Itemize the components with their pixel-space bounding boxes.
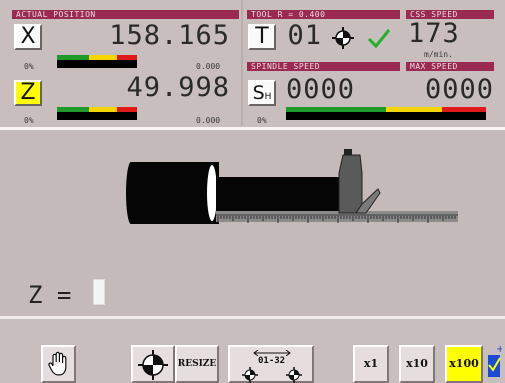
- max-speed-value: 0000: [424, 74, 494, 105]
- z-load-percent: 0%: [24, 116, 34, 125]
- x-load-percent: 0%: [24, 62, 34, 71]
- lathe-graphic: [126, 149, 458, 224]
- tool-target-icon: [332, 27, 354, 49]
- spindle-speed-value: 0000: [286, 74, 356, 105]
- increment-x10-button[interactable]: x10: [399, 345, 435, 383]
- separator: [241, 0, 243, 126]
- x1-label: x1: [363, 357, 379, 370]
- x-load-value: 0.000: [196, 62, 221, 71]
- input-label: Z =: [28, 281, 72, 309]
- x-position-value: 158.165: [109, 20, 230, 51]
- x-axis-button[interactable]: X: [14, 24, 42, 50]
- spindle-speed-header: SPINDLE SPEED: [247, 62, 400, 71]
- hand-icon: [47, 351, 66, 376]
- bottom-toolbar: RESIZE 01-32 x1 x10 x100 +: [0, 319, 505, 383]
- tool-header: TOOL R = 0.400: [247, 10, 400, 19]
- spindle-button-subscript: H: [264, 92, 272, 102]
- tool-ok-check-icon: [366, 26, 392, 50]
- spindle-button-label: S: [252, 82, 265, 104]
- z-position-value: 49.998: [126, 72, 230, 103]
- max-speed-header: MAX SPEED: [406, 62, 494, 71]
- spindle-button[interactable]: SH: [248, 80, 276, 106]
- panel-divider: [0, 127, 505, 130]
- tool-target-right-icon: [286, 367, 302, 383]
- z-load-track: [57, 112, 137, 120]
- battery-check-icon: +: [486, 343, 504, 379]
- tool-number: 01: [287, 20, 322, 51]
- tool-target-icon: [138, 350, 168, 380]
- x10-label: x10: [406, 357, 428, 370]
- resize-button[interactable]: RESIZE: [175, 345, 219, 383]
- increment-x1-button[interactable]: x1: [353, 345, 389, 383]
- hand-mode-button[interactable]: [41, 345, 76, 383]
- tool-button[interactable]: T: [248, 24, 276, 50]
- resize-label: RESIZE: [177, 359, 217, 369]
- tool-target-left-icon: [242, 367, 258, 383]
- z-load-value: 0.000: [196, 116, 221, 125]
- spindle-load-track: [286, 112, 486, 120]
- svg-text:+: +: [496, 344, 502, 355]
- z-axis-button[interactable]: Z: [14, 80, 42, 106]
- machining-view: Z =: [0, 131, 505, 316]
- input-cursor[interactable]: [93, 279, 105, 305]
- css-speed-unit: m/min.: [424, 50, 453, 59]
- x-load-track: [57, 60, 137, 68]
- tool-select-button[interactable]: [131, 345, 175, 383]
- actual-position-header: ACTUAL POSITION: [12, 10, 239, 19]
- css-speed-value: 173: [408, 18, 460, 49]
- x100-label: x100: [449, 357, 479, 370]
- spindle-load-percent: 0%: [257, 116, 267, 125]
- increment-x100-button[interactable]: x100: [445, 345, 483, 383]
- tool-range-button[interactable]: 01-32: [228, 345, 314, 383]
- tool-range-label: 01-32: [258, 356, 286, 366]
